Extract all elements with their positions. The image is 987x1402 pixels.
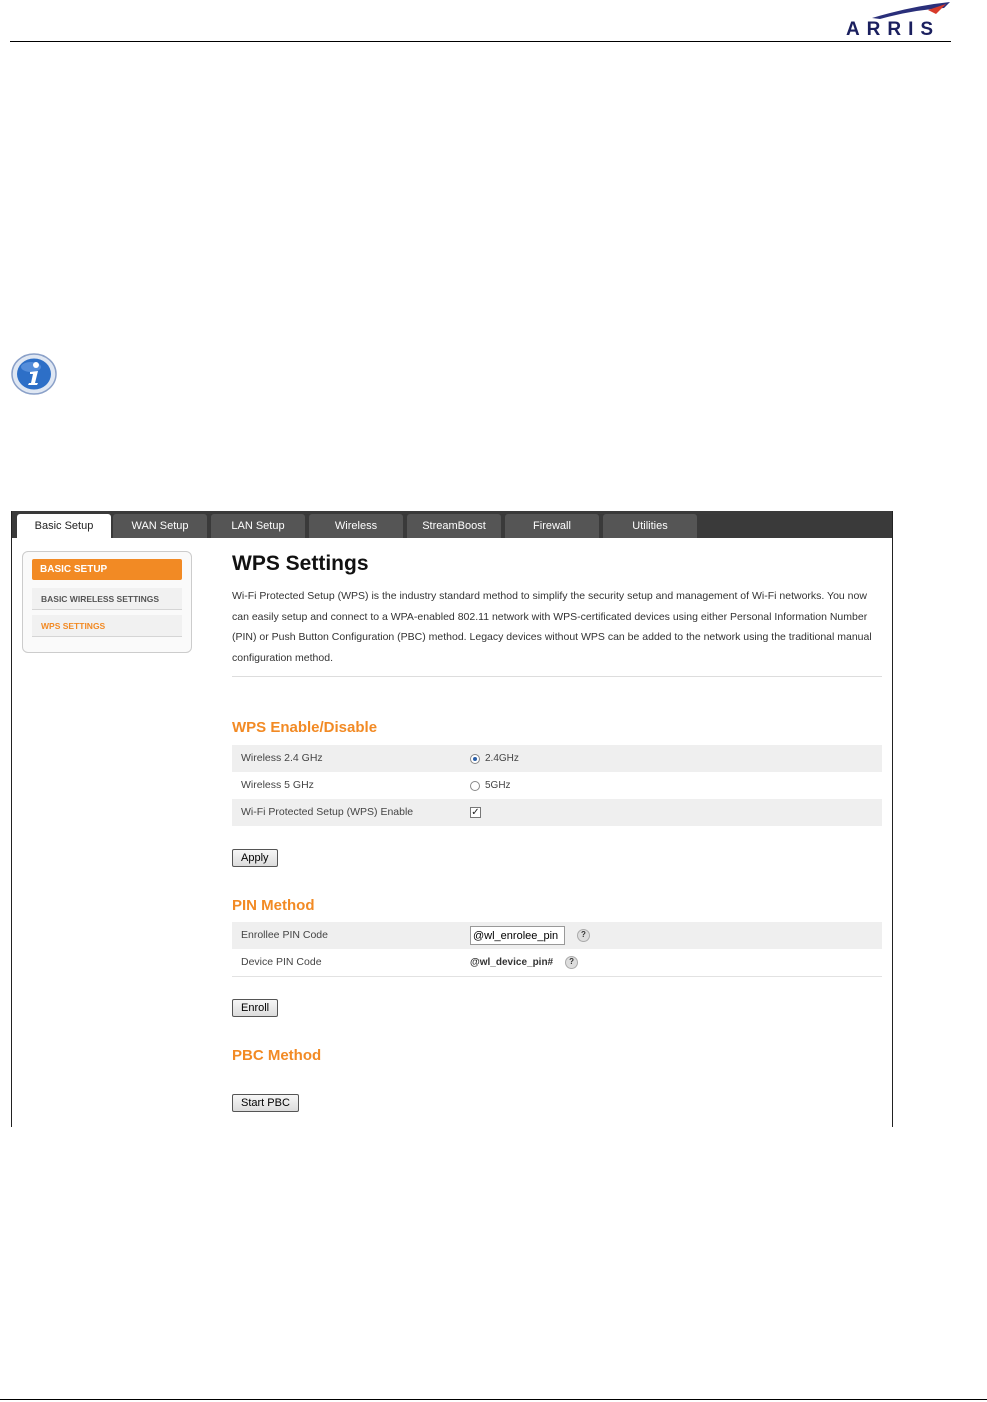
arris-logo: ARRIS xyxy=(832,0,954,42)
wps-enable-checkbox[interactable]: ✓ xyxy=(470,807,481,818)
row-enrollee-pin: Enrollee PIN Code ? xyxy=(232,922,882,949)
row-wireless-24: Wireless 2.4 GHz 2.4GHz xyxy=(232,745,882,772)
page-title: WPS Settings xyxy=(232,552,369,575)
tab-basic-setup[interactable]: Basic Setup xyxy=(17,514,111,538)
sidebar: BASIC SETUP BASIC WIRELESS SETTINGS WPS … xyxy=(22,551,192,653)
row-label: Wi-Fi Protected Setup (WPS) Enable xyxy=(241,806,414,818)
info-icon xyxy=(10,352,58,396)
row-label: Wireless 5 GHz xyxy=(241,779,314,791)
apply-button[interactable]: Apply xyxy=(232,849,278,867)
divider xyxy=(232,976,882,977)
intro-text: Wi-Fi Protected Setup (WPS) is the indus… xyxy=(232,590,872,664)
device-pin-value: @wl_device_pin# xyxy=(470,957,554,968)
radio-5ghz[interactable] xyxy=(470,780,480,791)
radio-24ghz[interactable] xyxy=(470,753,480,764)
row-label: Wireless 2.4 GHz xyxy=(241,752,323,764)
row-wps-enable: Wi-Fi Protected Setup (WPS) Enable ✓ xyxy=(232,799,882,826)
start-pbc-button[interactable]: Start PBC xyxy=(232,1094,299,1112)
row-device-pin: Device PIN Code @wl_device_pin# ? xyxy=(232,949,882,976)
sidebar-item-wps-settings[interactable]: WPS SETTINGS xyxy=(32,615,182,637)
sidebar-item-basic-wireless-settings[interactable]: BASIC WIRELESS SETTINGS xyxy=(32,588,182,610)
main-content: WPS Settings Wi-Fi Protected Setup (WPS)… xyxy=(232,511,882,1127)
header-rule xyxy=(10,41,951,42)
wps-section-title: WPS Enable/Disable xyxy=(232,719,378,736)
logo-text: ARRIS xyxy=(845,19,941,40)
radio-5ghz-label: 5GHz xyxy=(485,780,511,791)
divider xyxy=(232,676,882,677)
help-icon[interactable]: ? xyxy=(565,956,579,969)
footer-rule xyxy=(0,1399,987,1400)
row-wireless-5: Wireless 5 GHz 5GHz xyxy=(232,772,882,799)
row-label: Device PIN Code xyxy=(241,956,322,968)
sidebar-heading[interactable]: BASIC SETUP xyxy=(32,559,182,580)
enrollee-pin-input[interactable] xyxy=(470,926,565,945)
enroll-button[interactable]: Enroll xyxy=(232,999,279,1017)
pin-section-title: PIN Method xyxy=(232,897,315,914)
router-ui-screenshot: Basic Setup WAN Setup LAN Setup Wireless… xyxy=(11,511,893,1127)
tab-wan-setup[interactable]: WAN Setup xyxy=(113,514,207,538)
radio-24ghz-label: 2.4GHz xyxy=(485,753,519,764)
pbc-section-title: PBC Method xyxy=(232,1047,322,1064)
help-icon[interactable]: ? xyxy=(577,929,590,942)
row-label: Enrollee PIN Code xyxy=(241,929,328,941)
